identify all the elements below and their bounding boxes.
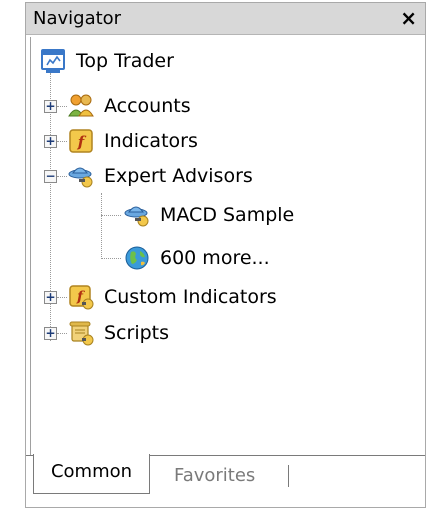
tree-connector: [57, 333, 67, 334]
tree-item-more[interactable]: 600 more...: [123, 240, 270, 276]
tree-item-custom-indicators[interactable]: f Custom Indicators: [67, 279, 277, 315]
tree-item-expert-advisors[interactable]: Expert Advisors: [67, 158, 253, 194]
globe-icon: [123, 244, 151, 272]
tree-connector: [57, 297, 67, 298]
terminal-icon: [39, 47, 67, 75]
tree-connector: [101, 258, 121, 259]
tree-label: Top Trader: [76, 50, 174, 72]
expand-toggle-indicators[interactable]: +: [44, 135, 57, 148]
tree-item-scripts[interactable]: Scripts: [67, 315, 169, 351]
tree-connector: [101, 193, 102, 259]
tree-item-accounts[interactable]: Accounts: [67, 88, 191, 124]
tab-bar: Common Favorites: [26, 454, 425, 507]
tab-separator: [288, 465, 289, 487]
tab-common[interactable]: Common: [33, 454, 150, 494]
tree-connector: [57, 176, 67, 177]
title-bar[interactable]: Navigator ×: [26, 3, 425, 35]
tree-label: 600 more...: [160, 247, 270, 269]
tree-connector: [101, 215, 121, 216]
close-icon[interactable]: ×: [400, 6, 417, 30]
collapse-toggle-expert-advisors[interactable]: −: [44, 170, 57, 183]
tree-label: Scripts: [104, 322, 170, 344]
tree-item-macd-sample[interactable]: MACD Sample: [123, 197, 294, 233]
tree-connector: [57, 141, 67, 142]
navigator-window: Navigator × Top Trader + Accounts + f In…: [25, 2, 426, 508]
tree-label: MACD Sample: [160, 204, 295, 226]
window-title: Navigator: [33, 8, 122, 29]
navigator-tree[interactable]: Top Trader + Accounts + f Indicators − E…: [30, 37, 425, 455]
expand-toggle-accounts[interactable]: +: [44, 100, 57, 113]
tree-label: Indicators: [104, 130, 198, 152]
indicators-icon: f: [67, 127, 95, 155]
tree-label: Custom Indicators: [104, 286, 277, 308]
expert-advisors-icon: [67, 162, 95, 190]
tree-label: Accounts: [104, 95, 191, 117]
tree-root-top-trader[interactable]: Top Trader: [39, 43, 174, 79]
tree-item-indicators[interactable]: f Indicators: [67, 123, 198, 159]
expert-advisor-icon: [123, 201, 151, 229]
scripts-icon: [67, 319, 95, 347]
custom-indicators-icon: f: [67, 283, 95, 311]
expand-toggle-custom-indicators[interactable]: +: [44, 291, 57, 304]
tree-label: Expert Advisors: [104, 165, 253, 187]
tree-connector: [57, 106, 67, 107]
tab-favorites[interactable]: Favorites: [158, 459, 271, 493]
expand-toggle-scripts[interactable]: +: [44, 327, 57, 340]
accounts-icon: [67, 92, 95, 120]
